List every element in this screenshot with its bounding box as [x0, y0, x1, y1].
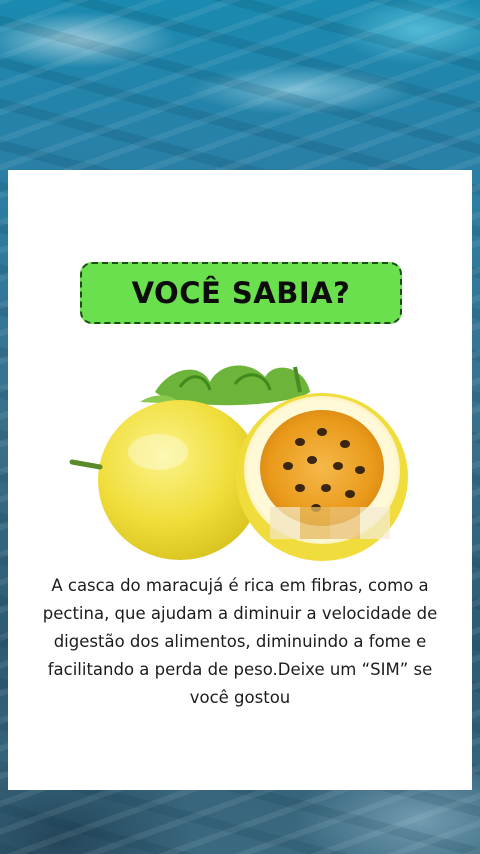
blur-patch-icon: [270, 507, 390, 539]
title-badge: VOCÊ SABIA?: [80, 262, 402, 324]
leaf-cluster-icon: [140, 365, 310, 406]
whole-fruit-icon: [69, 400, 262, 560]
info-card: VOCÊ SABIA? A casca do maracujá é rica e…: [8, 170, 472, 790]
caption-text: A casca do maracujá é rica em fibras, co…: [42, 576, 438, 707]
badge-title: VOCÊ SABIA?: [131, 276, 351, 310]
passion-fruit-image: [69, 365, 408, 561]
